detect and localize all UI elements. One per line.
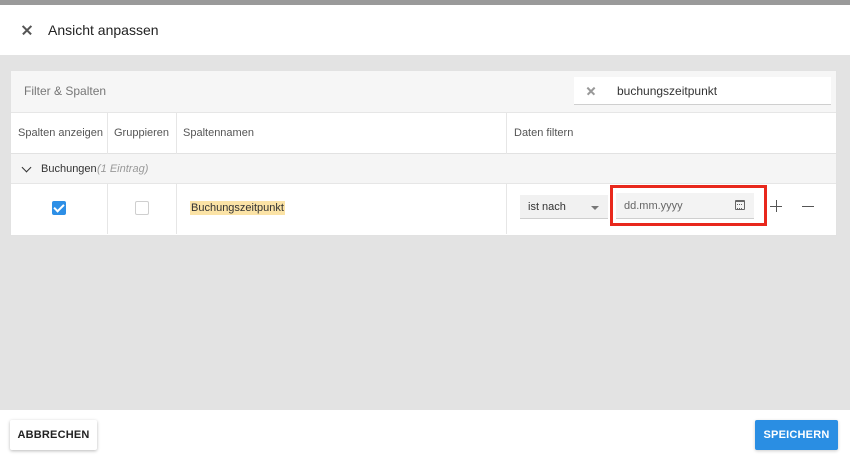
column-header-group: Gruppieren [114, 127, 170, 139]
date-input[interactable]: dd.mm.yyyy [616, 193, 754, 219]
dialog-header: Ansicht anpassen [0, 5, 850, 55]
filter-columns-panel: Filter & Spalten buchungszeitpunkt Spalt… [10, 70, 837, 236]
column-divider [506, 184, 507, 234]
column-search-input[interactable]: buchungszeitpunkt [574, 77, 831, 105]
dialog-footer: ABBRECHEN SPEICHERN [0, 410, 850, 459]
column-divider [176, 113, 177, 154]
column-divider [176, 184, 177, 234]
column-header-row: Spalten anzeigen Gruppieren Spaltennamen… [11, 113, 836, 154]
search-value: buchungszeitpunkt [617, 84, 718, 98]
column-divider [107, 184, 108, 234]
cancel-button[interactable]: ABBRECHEN [10, 420, 97, 450]
group-row[interactable]: Buchungen (1 Eintrag) [11, 154, 836, 184]
column-name: Buchungszeitpunkt [190, 201, 285, 215]
column-divider [506, 113, 507, 154]
clear-search-icon[interactable] [586, 86, 596, 96]
remove-filter-icon[interactable] [802, 200, 814, 212]
column-header-name: Spaltennamen [183, 127, 254, 139]
add-filter-icon[interactable] [770, 200, 782, 212]
dialog-title: Ansicht anpassen [48, 22, 159, 38]
save-button[interactable]: SPEICHERN [755, 420, 838, 450]
group-name: Buchungen [41, 163, 97, 175]
table-row: Buchungszeitpunkt ist nach dd.mm.yyyy [11, 184, 836, 234]
chevron-down-icon[interactable] [21, 162, 32, 173]
panel-label: Filter & Spalten [24, 84, 107, 98]
close-icon[interactable] [21, 24, 33, 36]
column-header-show: Spalten anzeigen [18, 127, 104, 139]
panel-header: Filter & Spalten buchungszeitpunkt [11, 71, 836, 113]
caret-down-icon [591, 206, 599, 210]
show-column-checkbox[interactable] [52, 201, 66, 215]
filter-operator-select[interactable]: ist nach [520, 195, 608, 219]
group-column-checkbox[interactable] [135, 201, 149, 215]
group-count: (1 Eintrag) [97, 163, 149, 175]
column-divider [107, 113, 108, 154]
date-placeholder: dd.mm.yyyy [624, 200, 683, 212]
column-header-filter: Daten filtern [514, 127, 574, 139]
filter-operator-value: ist nach [528, 201, 566, 213]
calendar-icon[interactable] [735, 200, 745, 210]
